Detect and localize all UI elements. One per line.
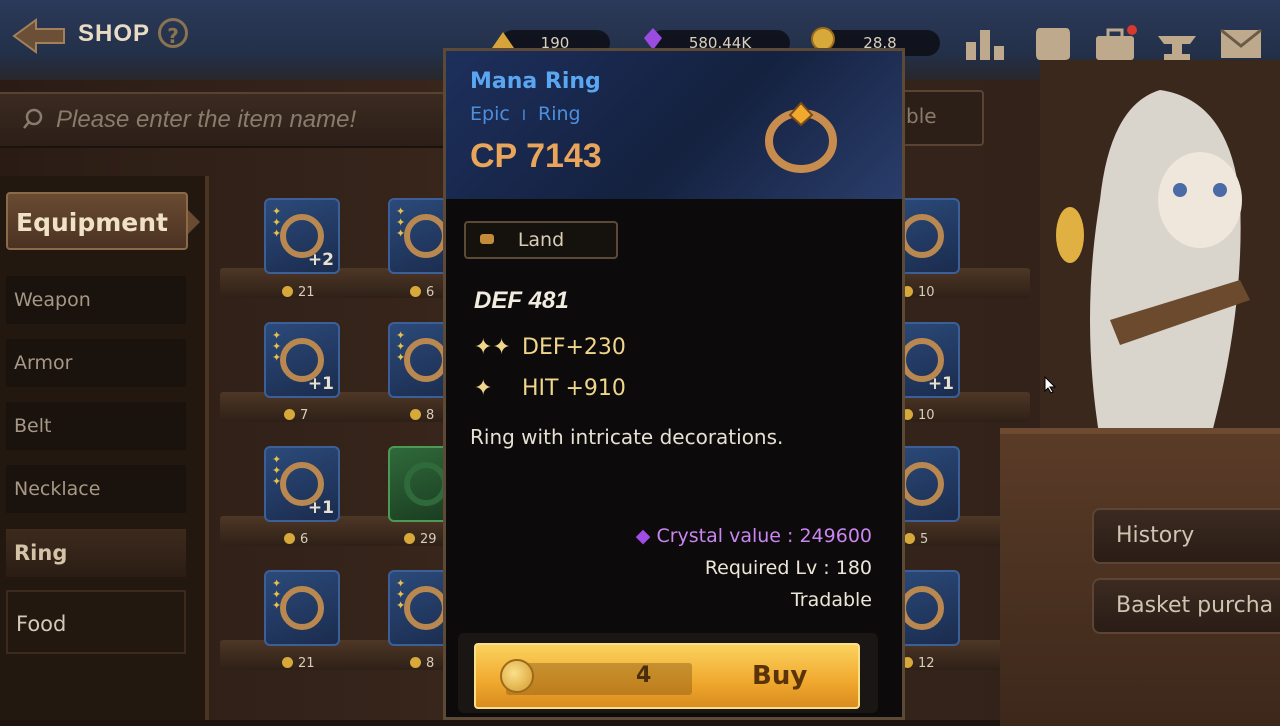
sidebar-item-necklace[interactable]: Necklace — [6, 465, 186, 513]
ring-icon — [404, 586, 448, 630]
history-button[interactable]: History — [1092, 508, 1280, 564]
sub-stat: ✦ HIT +910 — [474, 376, 626, 401]
item-price: 5 — [904, 532, 928, 547]
gold-coin-icon — [500, 659, 534, 693]
land-gem-icon — [480, 234, 494, 244]
category-equipment[interactable]: Equipment — [6, 192, 200, 250]
anvil-icon[interactable] — [1154, 24, 1200, 64]
ranking-icon[interactable] — [962, 24, 1008, 64]
shop-item-slot[interactable]: ✦ ✦ ✦ +1 — [264, 322, 340, 398]
tradable-filter-toggle[interactable]: ble — [900, 90, 984, 146]
item-price: 29 — [404, 532, 437, 547]
inventory-bag-icon[interactable] — [1092, 24, 1138, 64]
search-bar[interactable]: Please enter the item name! — [0, 92, 455, 148]
ring-icon — [900, 586, 944, 630]
sidebar-item-weapon[interactable]: Weapon — [6, 276, 186, 324]
item-price: 7 — [284, 408, 308, 423]
element-label: Land — [517, 229, 565, 251]
item-rarity: Epic I Ring — [470, 103, 581, 125]
ring-icon — [900, 462, 944, 506]
enhance-level: +1 — [307, 374, 334, 394]
sidebar-item-belt[interactable]: Belt — [6, 402, 186, 450]
basket-purchase-button[interactable]: Basket purcha — [1092, 578, 1280, 634]
item-price: 8 — [410, 408, 434, 423]
item-grade: Epic — [470, 103, 510, 125]
tradable-status: Tradable — [790, 589, 872, 611]
sidebar-item-ring[interactable]: Ring — [6, 529, 186, 577]
mail-icon[interactable] — [1218, 24, 1264, 64]
shop-counter — [1000, 428, 1280, 726]
crystal-icon: ◆ — [635, 525, 651, 547]
buy-price: 4 — [636, 663, 652, 688]
shop-item-slot[interactable]: ✦ ✦ ✦ +2 — [264, 198, 340, 274]
item-price: 8 — [410, 656, 434, 671]
back-arrow-icon[interactable] — [10, 14, 68, 58]
sidebar-item-food[interactable]: Food — [6, 590, 186, 654]
main-stat: DEF 481 — [474, 287, 569, 314]
item-price: 10 — [902, 285, 935, 300]
mouse-cursor-icon — [1044, 376, 1056, 394]
ring-icon — [280, 586, 324, 630]
star-icons: ✦✦ — [474, 335, 511, 360]
shopkeeper-npc-icon — [1040, 60, 1280, 440]
grade-separator: I — [521, 108, 526, 124]
item-price: 6 — [410, 285, 434, 300]
shop-item-slot[interactable]: ✦ ✦ ✦ — [264, 570, 340, 646]
item-type: Ring — [538, 103, 581, 125]
quest-scroll-icon[interactable] — [1030, 24, 1076, 64]
tooltip-header: Mana Ring Epic I Ring CP 7143 — [446, 51, 902, 199]
ring-icon — [765, 101, 837, 173]
quantity-box — [506, 663, 692, 695]
item-combat-power: CP 7143 — [470, 137, 602, 175]
crystal-value: ◆ Crystal value : 249600 — [636, 525, 872, 547]
search-input[interactable]: Please enter the item name! — [56, 106, 356, 134]
ring-icon — [404, 462, 448, 506]
element-badge: Land — [464, 221, 618, 259]
star-icons: ✦ — [474, 376, 493, 401]
category-sidebar: Equipment Weapon Armor Belt Necklace Rin… — [0, 176, 209, 720]
tradable-filter-label: ble — [906, 104, 937, 128]
item-name: Mana Ring — [470, 69, 601, 94]
item-description: Ring with intricate decorations. — [470, 425, 784, 449]
sub-stat-text: DEF+230 — [522, 335, 626, 360]
search-icon — [23, 108, 43, 129]
item-price: 12 — [902, 656, 935, 671]
required-level: Required Lv : 180 — [704, 557, 872, 579]
sub-stat: ✦✦ DEF+230 — [474, 335, 626, 360]
ring-icon — [900, 214, 944, 258]
ring-icon — [404, 214, 448, 258]
ring-icon — [404, 338, 448, 382]
help-icon[interactable]: ? — [158, 18, 188, 48]
item-price: 10 — [902, 408, 935, 423]
item-price: 21 — [282, 656, 315, 671]
buy-button[interactable]: 4 Buy — [474, 643, 860, 709]
item-price: 6 — [284, 532, 308, 547]
enhance-level: +1 — [307, 498, 334, 518]
enhance-level: +1 — [927, 374, 954, 394]
item-price: 21 — [282, 285, 315, 300]
shop-item-slot[interactable]: ✦ ✦ ✦ +1 — [264, 446, 340, 522]
buy-label: Buy — [752, 661, 808, 691]
item-tooltip: Mana Ring Epic I Ring CP 7143 Land DEF 4… — [443, 48, 905, 720]
sidebar-item-armor[interactable]: Armor — [6, 339, 186, 387]
crystal-value-text: Crystal value : 249600 — [656, 525, 872, 547]
page-title: SHOP — [78, 20, 151, 47]
sub-stat-text: HIT +910 — [522, 376, 626, 401]
enhance-level: +2 — [307, 250, 334, 270]
